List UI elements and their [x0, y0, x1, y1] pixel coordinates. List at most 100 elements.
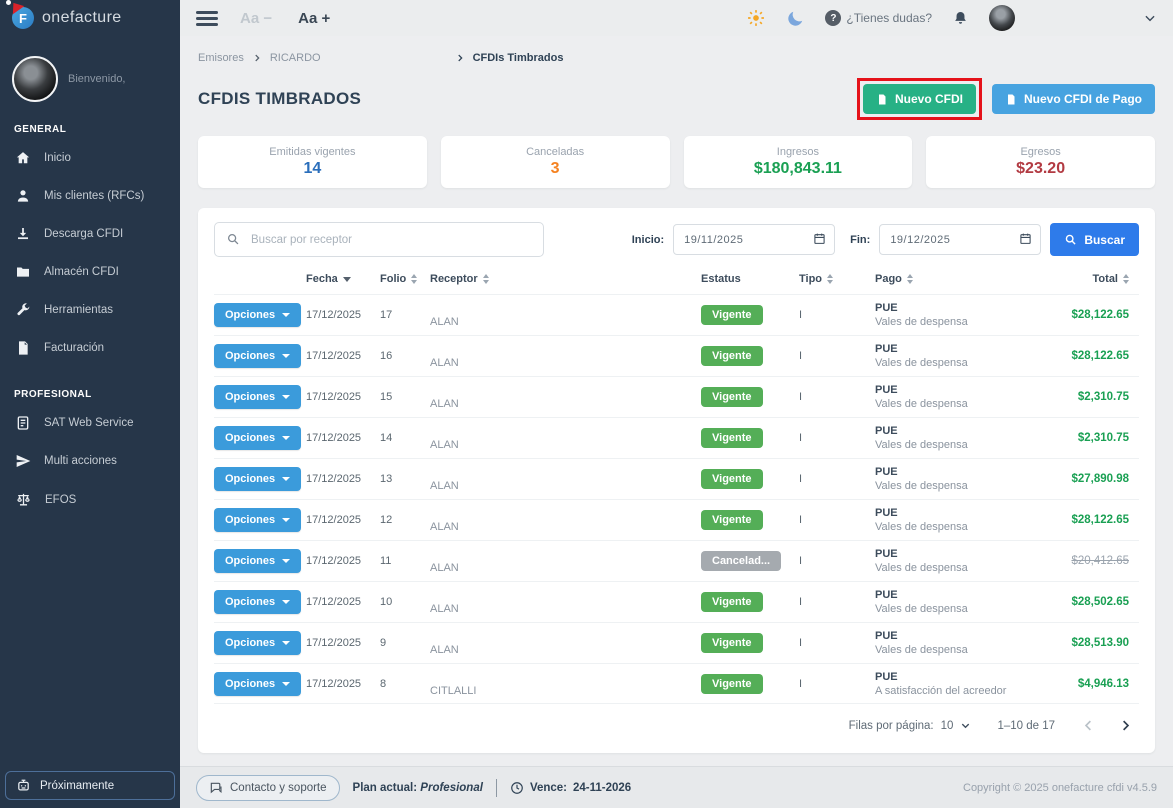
row-pago-metodo: Vales de despensa [875, 480, 1047, 492]
font-decrease-button[interactable]: Aa − [240, 10, 272, 27]
moon-icon[interactable] [786, 9, 805, 28]
row-folio: 15 [380, 391, 430, 403]
table-card: Inicio: Fin: Buscar Fecha Folio Receptor… [198, 208, 1155, 753]
sidebar-item-mis-clientes[interactable]: Mis clientes (RFCs) [0, 177, 180, 215]
rows-per-page-select[interactable]: Filas por página: 10 [849, 720, 972, 732]
row-fecha: 17/12/2025 [306, 473, 380, 485]
opciones-button[interactable]: Opciones [214, 508, 301, 532]
opciones-button[interactable]: Opciones [214, 549, 301, 573]
sun-icon[interactable] [746, 8, 766, 28]
sidebar-item-label: Almacén CFDI [44, 266, 119, 278]
breadcrumb-emisores[interactable]: Emisores [198, 52, 244, 64]
chevron-down-icon[interactable] [1143, 11, 1157, 25]
folder-icon [15, 264, 31, 280]
rows-per-page-value: 10 [941, 720, 954, 732]
highlight-box: Nuevo CFDI [857, 78, 982, 120]
opciones-label: Opciones [225, 350, 275, 362]
row-folio: 9 [380, 637, 430, 649]
opciones-button[interactable]: Opciones [214, 426, 301, 450]
next-page-button[interactable] [1118, 718, 1133, 733]
opciones-button[interactable]: Opciones [214, 631, 301, 655]
bell-icon[interactable] [952, 10, 969, 27]
header-total[interactable]: Total [1047, 273, 1139, 285]
sidebar-item-sat-web-service[interactable]: SAT Web Service [0, 404, 180, 442]
help-link[interactable]: ? ¿Tienes dudas? [825, 10, 932, 26]
opciones-button[interactable]: Opciones [214, 672, 301, 696]
sidebar: F onefacture Bienvenido, GENERAL Inicio … [0, 0, 180, 808]
header-pago[interactable]: Pago [847, 273, 1047, 285]
opciones-label: Opciones [225, 391, 275, 403]
opciones-button[interactable]: Opciones [214, 385, 301, 409]
sidebar-item-facturacion[interactable]: Facturación [0, 329, 180, 367]
header-fecha[interactable]: Fecha [306, 273, 380, 285]
status-badge: Vigente [701, 387, 763, 407]
opciones-button[interactable]: Opciones [214, 344, 301, 368]
font-increase-button[interactable]: Aa + [298, 10, 330, 27]
proximamente-button[interactable]: Próximamente [5, 771, 175, 800]
sort-icon [483, 274, 489, 284]
row-receptor: CITLALLI [430, 685, 673, 704]
row-pago-metodo: Vales de despensa [875, 398, 1047, 410]
table-row: Opciones 17/12/2025 13 ALAN Vigente I PU… [214, 458, 1139, 499]
opciones-label: Opciones [225, 678, 275, 690]
opciones-button[interactable]: Opciones [214, 590, 301, 614]
sidebar-item-inicio[interactable]: Inicio [0, 139, 180, 177]
row-fecha: 17/12/2025 [306, 514, 380, 526]
stat-card-ingresos: Ingresos $180,843.11 [684, 136, 913, 188]
buscar-button[interactable]: Buscar [1050, 223, 1139, 256]
table-row: Opciones 17/12/2025 15 ALAN Vigente I PU… [214, 376, 1139, 417]
row-pago-metodo: Vales de despensa [875, 603, 1047, 615]
contact-support-button[interactable]: Contacto y soporte [196, 775, 340, 801]
sidebar-item-descarga-cfdi[interactable]: Descarga CFDI [0, 215, 180, 253]
sidebar-item-almacen-cfdi[interactable]: Almacén CFDI [0, 253, 180, 291]
opciones-button[interactable]: Opciones [214, 467, 301, 491]
topbar-avatar[interactable] [989, 5, 1015, 31]
row-pago-forma: PUE [875, 630, 1047, 642]
caret-down-icon [282, 313, 290, 317]
sidebar-item-multi-acciones[interactable]: Multi acciones [0, 442, 180, 480]
fin-date-input[interactable] [879, 224, 1041, 255]
row-receptor: ALAN [430, 316, 673, 335]
breadcrumb-ricardo[interactable]: RICARDO [270, 52, 321, 64]
header-receptor[interactable]: Receptor [430, 273, 673, 285]
user-avatar[interactable] [12, 56, 58, 102]
row-total: $2,310.75 [1047, 432, 1139, 444]
breadcrumb-separator-icon [252, 53, 262, 63]
row-folio: 11 [380, 555, 430, 567]
row-pago-forma: PUE [875, 589, 1047, 601]
row-receptor: ALAN [430, 480, 673, 499]
plan-value: Profesional [420, 782, 483, 794]
row-tipo: I [773, 555, 847, 567]
sidebar-item-efos[interactable]: EFOS [0, 480, 180, 519]
opciones-label: Opciones [225, 309, 275, 321]
row-tipo: I [773, 596, 847, 608]
row-fecha: 17/12/2025 [306, 555, 380, 567]
calendar-icon[interactable] [1019, 232, 1032, 245]
row-total: $28,513.90 [1047, 637, 1139, 649]
nuevo-cfdi-button[interactable]: Nuevo CFDI [863, 84, 976, 114]
search-input[interactable] [214, 222, 544, 257]
table-row: Opciones 17/12/2025 10 ALAN Vigente I PU… [214, 581, 1139, 622]
opciones-label: Opciones [225, 555, 275, 567]
row-fecha: 17/12/2025 [306, 350, 380, 362]
sidebar-item-herramientas[interactable]: Herramientas [0, 291, 180, 329]
prev-page-button[interactable] [1081, 718, 1096, 733]
nuevo-cfdi-pago-button[interactable]: Nuevo CFDI de Pago [992, 84, 1155, 114]
row-receptor: ALAN [430, 603, 673, 622]
status-badge: Vigente [701, 674, 763, 694]
opciones-button[interactable]: Opciones [214, 303, 301, 327]
inicio-date-input[interactable] [673, 224, 835, 255]
row-pago-metodo: Vales de despensa [875, 357, 1047, 369]
calendar-icon[interactable] [813, 232, 826, 245]
row-tipo: I [773, 350, 847, 362]
table-row: Opciones 17/12/2025 16 ALAN Vigente I PU… [214, 335, 1139, 376]
row-total: $28,122.65 [1047, 309, 1139, 321]
header-folio[interactable]: Folio [380, 273, 430, 285]
copyright: Copyright © 2025 onefacture cfdi v4.5.9 [963, 782, 1157, 794]
header-tipo[interactable]: Tipo [773, 273, 847, 285]
hamburger-menu-icon[interactable] [196, 8, 218, 29]
row-receptor: ALAN [430, 357, 673, 376]
row-receptor: ALAN [430, 398, 673, 417]
stat-card-egresos: Egresos $23.20 [926, 136, 1155, 188]
row-fecha: 17/12/2025 [306, 678, 380, 690]
